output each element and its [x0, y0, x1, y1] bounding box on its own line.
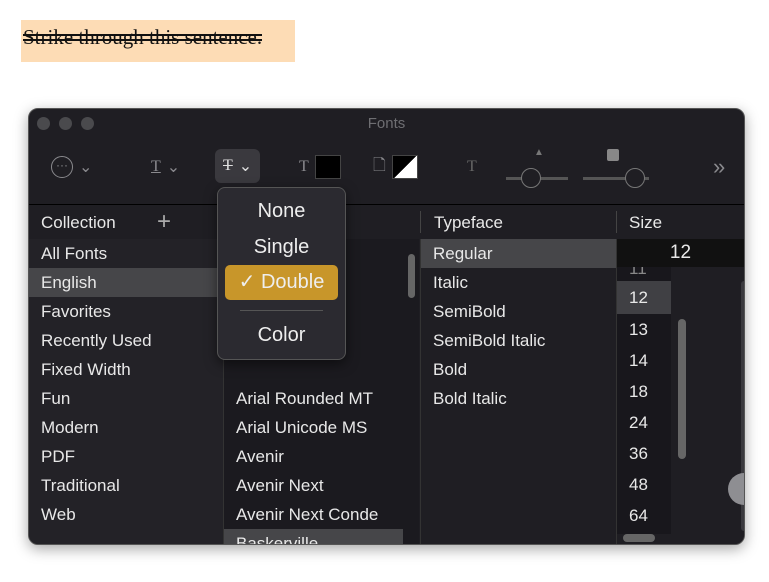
collection-item[interactable]: Favorites	[29, 297, 223, 326]
column-headers: Collection + Typeface Size	[29, 204, 744, 239]
family-item[interactable]: Avenir	[224, 442, 419, 471]
underline-button[interactable]: T ⌄	[151, 149, 180, 185]
more-button[interactable]: »	[713, 149, 725, 185]
chevron-down-icon: ⌄	[166, 159, 181, 176]
document-color-swatch[interactable]	[391, 155, 418, 179]
menu-item-none[interactable]: None	[218, 200, 345, 223]
family-scrollbar[interactable]	[408, 254, 415, 298]
T-icon: T	[299, 158, 309, 175]
collection-item[interactable]: PDF	[29, 442, 223, 471]
strikethrough-sample-text[interactable]: Strike through this sentence.	[21, 20, 295, 62]
menu-item-double[interactable]: ✓ Double	[225, 265, 338, 300]
double-chevron-right-icon: »	[713, 154, 726, 179]
menu-separator	[240, 310, 323, 311]
collection-item[interactable]: Fixed Width	[29, 355, 223, 384]
family-item[interactable]: Avenir Next	[224, 471, 419, 500]
document-icon: 🗋	[373, 156, 386, 174]
collection-item[interactable]: Modern	[29, 413, 223, 442]
document-color-button[interactable]: 🗋	[373, 149, 418, 185]
shadow-opacity-slider[interactable]: ▲	[506, 147, 568, 188]
size-item[interactable]: 24	[617, 407, 671, 438]
size-item[interactable]: 13	[617, 314, 671, 345]
collection-item[interactable]: English	[29, 268, 223, 297]
actions-button[interactable]: ··· ⌄	[51, 149, 92, 185]
family-item[interactable]: Arial Rounded MT	[224, 384, 419, 413]
size-item[interactable]: 64	[617, 500, 671, 531]
checkmark-icon: ✓	[238, 271, 256, 293]
typeface-item[interactable]: Bold	[421, 355, 616, 384]
chevron-down-icon: ⌄	[79, 159, 93, 176]
typeface-header: Typeface	[434, 213, 503, 232]
collection-item[interactable]: Recently Used	[29, 326, 223, 355]
size-field[interactable]: 12	[617, 239, 744, 267]
size-hscrollbar[interactable]	[623, 534, 655, 542]
window-title: Fonts	[367, 115, 406, 132]
shadow-blur-slider[interactable]	[583, 147, 649, 188]
size-item[interactable]: 18	[617, 376, 671, 407]
family-item[interactable]: Baskerville	[224, 529, 403, 544]
size-scrollbar[interactable]	[678, 319, 686, 459]
size-item[interactable]: 12	[617, 281, 671, 314]
size-item[interactable]: 48	[617, 469, 671, 500]
strikethrough-button[interactable]: T ⌄	[215, 149, 261, 183]
family-item[interactable]: Avenir Next Conde	[224, 500, 419, 529]
size-item[interactable]: 11	[617, 267, 671, 281]
typeface-item[interactable]: SemiBold	[421, 297, 616, 326]
size-header: Size	[629, 213, 663, 232]
typeface-list: Regular Italic SemiBold SemiBold Italic …	[420, 239, 616, 544]
menu-item-color[interactable]: Color	[218, 324, 345, 347]
collection-header: Collection	[41, 213, 116, 232]
typeface-item[interactable]: SemiBold Italic	[421, 326, 616, 355]
collection-list: All Fonts English Favorites Recently Use…	[29, 239, 223, 544]
T-shadow-icon: T	[467, 158, 477, 175]
strikethrough-T-icon: T	[223, 157, 233, 174]
size-list: 11 12 13 14 18 24 36 48 64	[617, 267, 671, 534]
collection-item[interactable]: All Fonts	[29, 239, 223, 268]
fonts-window: Fonts ··· ⌄ T ⌄ T ⌄ T 🗋 T ▲ » Collection + …	[28, 108, 745, 545]
underline-T-icon: T	[151, 158, 161, 175]
size-item[interactable]: 14	[617, 345, 671, 376]
size-slider-knob[interactable]	[728, 473, 744, 505]
typeface-item[interactable]: Italic	[421, 268, 616, 297]
ellipsis-circle-icon: ···	[51, 156, 73, 178]
menu-item-single[interactable]: Single	[218, 236, 345, 259]
size-panel: 12 11 12 13 14 18 24 36 48 64	[616, 239, 744, 544]
family-item[interactable]: Arial Unicode MS	[224, 413, 419, 442]
typeface-item[interactable]: Regular	[421, 239, 616, 268]
collection-item[interactable]: Web	[29, 500, 223, 529]
add-collection-button[interactable]: +	[157, 208, 171, 236]
shadow-button[interactable]: T	[467, 149, 477, 185]
strikethrough-menu: None Single ✓ Double Color	[217, 187, 346, 360]
size-item[interactable]: 36	[617, 438, 671, 469]
chevron-down-icon: ⌄	[238, 158, 253, 175]
collection-item[interactable]: Fun	[29, 384, 223, 413]
text-color-swatch[interactable]	[314, 155, 341, 179]
text-color-button[interactable]: T	[299, 149, 341, 185]
typeface-item[interactable]: Bold Italic	[421, 384, 616, 413]
collection-item[interactable]: Traditional	[29, 471, 223, 500]
